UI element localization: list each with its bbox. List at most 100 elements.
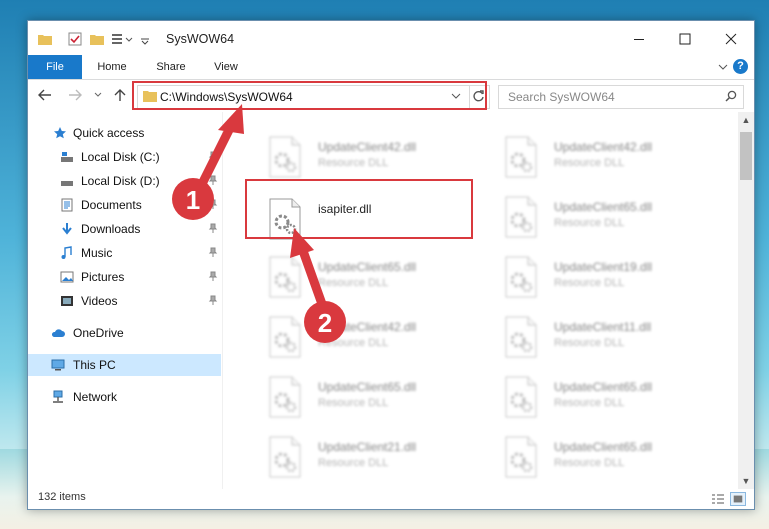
sidebar-item-label: Videos (81, 294, 118, 308)
file-item[interactable]: UpdateClient19.dll Resource DLL (482, 250, 712, 308)
scroll-up-arrow-icon[interactable]: ▲ (738, 112, 754, 128)
file-highlight (245, 179, 473, 239)
dll-file-icon (505, 436, 537, 478)
navigation-pane: Quick access Local Disk (C:) Local Disk … (28, 112, 222, 489)
recent-locations-icon[interactable] (94, 92, 102, 98)
sidebar-item-music[interactable]: Music (28, 242, 222, 264)
sidebar-item-label: OneDrive (73, 326, 124, 340)
sidebar-item-pictures[interactable]: Pictures (28, 266, 222, 288)
sidebar-item-this-pc[interactable]: This PC (28, 354, 221, 376)
search-icon (725, 90, 737, 102)
sidebar-item-quick-access[interactable]: Quick access (28, 122, 222, 144)
dll-file-icon (505, 376, 537, 418)
pin-icon[interactable] (208, 271, 218, 281)
expand-ribbon-icon[interactable] (718, 63, 728, 71)
dll-file-icon (505, 196, 537, 238)
file-item[interactable]: UpdateClient65.dll Resource DLL (482, 370, 712, 428)
file-type: Resource DLL (318, 157, 389, 169)
scroll-down-arrow-icon[interactable]: ▼ (738, 473, 754, 489)
help-icon[interactable]: ? (733, 59, 748, 74)
dll-file-icon (269, 376, 301, 418)
item-count: 132 items (38, 491, 86, 503)
file-name: UpdateClient42.dll (318, 140, 417, 154)
sidebar-item-videos[interactable]: Videos (28, 290, 222, 312)
dll-file-icon (269, 436, 301, 478)
vertical-scrollbar[interactable]: ▲ ▼ (738, 112, 754, 489)
sidebar-item-network[interactable]: Network (28, 386, 222, 408)
title-bar: SysWOW64 (28, 21, 754, 57)
large-icons-view-icon[interactable] (730, 492, 746, 506)
file-type: Resource DLL (554, 457, 625, 469)
sidebar-item-label: Local Disk (D:) (81, 174, 160, 188)
file-type: Resource DLL (554, 157, 625, 169)
sidebar-item-local-disk-c[interactable]: Local Disk (C:) (28, 146, 222, 168)
file-item[interactable]: UpdateClient42.dll Resource DLL (482, 130, 712, 188)
file-list: UpdateClient42.dll Resource DLL UpdateClie… (224, 112, 738, 489)
file-item[interactable]: UpdateClient65.dll Resource DLL (482, 430, 712, 488)
tab-home[interactable]: Home (90, 55, 134, 79)
network-icon (53, 390, 63, 403)
sidebar-item-label: Documents (81, 198, 142, 212)
search-placeholder: Search SysWOW64 (508, 90, 615, 104)
properties-icon[interactable] (68, 32, 82, 46)
status-bar: 132 items (28, 489, 754, 509)
pin-icon[interactable] (208, 151, 218, 161)
documents-icon (61, 198, 73, 212)
sidebar-item-label: Music (81, 246, 113, 260)
file-name: UpdateClient65.dll (318, 380, 417, 394)
file-item[interactable]: UpdateClient11.dll Resource DLL (482, 310, 712, 368)
forward-arrow-icon[interactable] (68, 89, 82, 101)
tab-share[interactable]: Share (148, 55, 194, 79)
window-title: SysWOW64 (166, 32, 235, 46)
drive-icon (61, 181, 73, 186)
dll-file-icon (269, 256, 301, 298)
new-folder-icon[interactable] (90, 32, 104, 46)
pin-icon[interactable] (208, 295, 218, 305)
file-item[interactable]: UpdateClient65.dll Resource DLL (246, 250, 476, 308)
up-arrow-icon[interactable] (114, 88, 126, 102)
dll-file-icon (269, 316, 301, 358)
pin-icon[interactable] (208, 175, 218, 185)
file-item[interactable]: UpdateClient65.dll Resource DLL (482, 190, 712, 248)
file-type: Resource DLL (318, 337, 389, 349)
sidebar-item-local-disk-d[interactable]: Local Disk (D:) (28, 170, 222, 192)
scrollbar-thumb[interactable] (740, 132, 752, 180)
tab-view[interactable]: View (204, 55, 248, 79)
sidebar-item-downloads[interactable]: Downloads (28, 218, 222, 240)
file-name: UpdateClient42.dll (554, 140, 653, 154)
customize-toolbar-icon[interactable] (112, 32, 134, 46)
dll-file-icon (269, 136, 301, 178)
file-name: UpdateClient65.dll (554, 440, 653, 454)
file-name: UpdateClient65.dll (554, 200, 653, 214)
sidebar-item-label: This PC (73, 358, 116, 372)
file-item[interactable]: UpdateClient21.dll Resource DLL (246, 430, 476, 488)
pin-icon[interactable] (208, 247, 218, 257)
maximize-button[interactable] (662, 27, 708, 51)
sidebar-item-label: Network (73, 390, 118, 404)
file-item[interactable]: UpdateClient65.dll Resource DLL (246, 370, 476, 428)
pin-icon[interactable] (208, 223, 218, 233)
file-name: UpdateClient11.dll (554, 320, 652, 334)
computer-icon (51, 359, 65, 371)
file-type: Resource DLL (318, 277, 389, 289)
sidebar-item-label: Local Disk (C:) (81, 150, 160, 164)
details-view-icon[interactable] (710, 492, 726, 506)
file-type: Resource DLL (554, 397, 625, 409)
sidebar-item-documents[interactable]: Documents (28, 194, 222, 216)
cloud-icon (51, 329, 65, 337)
minimize-button[interactable] (616, 27, 662, 51)
file-item[interactable]: UpdateClient42.dll Resource DLL (246, 310, 476, 368)
pin-icon[interactable] (208, 199, 218, 209)
tab-file[interactable]: File (28, 55, 82, 79)
file-name: UpdateClient65.dll (318, 260, 417, 274)
dll-file-icon (505, 316, 537, 358)
file-name: UpdateClient21.dll (318, 440, 417, 454)
pane-divider[interactable] (222, 112, 223, 489)
search-input[interactable]: Search SysWOW64 (498, 85, 744, 109)
star-icon (54, 127, 66, 139)
close-button[interactable] (708, 27, 754, 51)
download-arrow-icon (62, 223, 72, 235)
chevron-down-icon[interactable] (140, 32, 150, 46)
back-arrow-icon[interactable] (38, 89, 52, 101)
sidebar-item-onedrive[interactable]: OneDrive (28, 322, 222, 344)
